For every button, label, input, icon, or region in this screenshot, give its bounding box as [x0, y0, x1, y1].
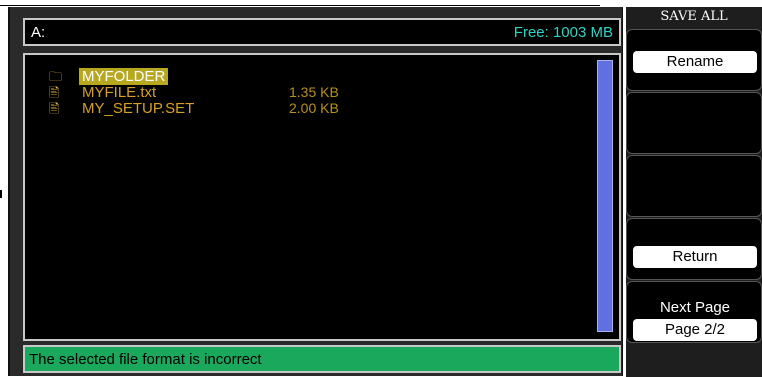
file-manager-screen: A: Free: 1003 MB 🗀 MYFOLDER 🖹 MYFILE.txt 1… — [8, 7, 623, 376]
file-row-myfile[interactable]: 🖹 MYFILE.txt 1.35 KB — [49, 84, 339, 101]
next-page-label: Next Page — [659, 299, 731, 316]
return-softkey[interactable]: Return — [626, 218, 762, 280]
current-path: A: — [31, 24, 46, 41]
file-name: MYFILE.txt — [82, 84, 157, 101]
status-message: The selected file format is incorrect — [29, 351, 262, 368]
file-size: 1.35 KB — [289, 84, 339, 100]
free-space-label: Free: 1003 MB — [513, 24, 613, 41]
page-indicator: Page 2/2 — [633, 319, 757, 341]
top-edge-line — [0, 5, 600, 6]
file-icon: 🖹 — [49, 85, 60, 100]
file-list-panel: 🗀 MYFOLDER 🖹 MYFILE.txt 1.35 KB 🖹 MY_SETUP.… — [23, 53, 621, 341]
file-name: MY_SETUP.SET — [82, 100, 195, 117]
rename-label: Rename — [633, 51, 757, 73]
softkey-menu: SAVE ALL Rename Return Next Page Page 2/… — [626, 7, 762, 377]
file-row-myfolder[interactable]: 🗀 MYFOLDER — [49, 68, 169, 85]
file-name: MYFOLDER — [79, 68, 169, 85]
status-bar: The selected file format is incorrect — [23, 345, 621, 373]
menu-title: SAVE ALL — [660, 9, 728, 24]
file-row-my-setup[interactable]: 🖹 MY_SETUP.SET 2.00 KB — [49, 100, 339, 117]
return-label: Return — [633, 246, 757, 268]
next-page-softkey[interactable]: Next Page Page 2/2 — [626, 281, 762, 343]
file-icon: 🖹 — [49, 101, 60, 116]
address-bar: A: Free: 1003 MB — [23, 18, 621, 46]
scrollbar[interactable] — [597, 60, 613, 332]
left-edge-mark — [0, 190, 2, 198]
empty-softkey-2[interactable] — [626, 92, 762, 154]
folder-icon: 🗀 — [49, 69, 63, 84]
empty-softkey-3[interactable] — [626, 155, 762, 217]
file-size: 2.00 KB — [289, 100, 339, 116]
rename-softkey[interactable]: Rename — [626, 29, 762, 91]
